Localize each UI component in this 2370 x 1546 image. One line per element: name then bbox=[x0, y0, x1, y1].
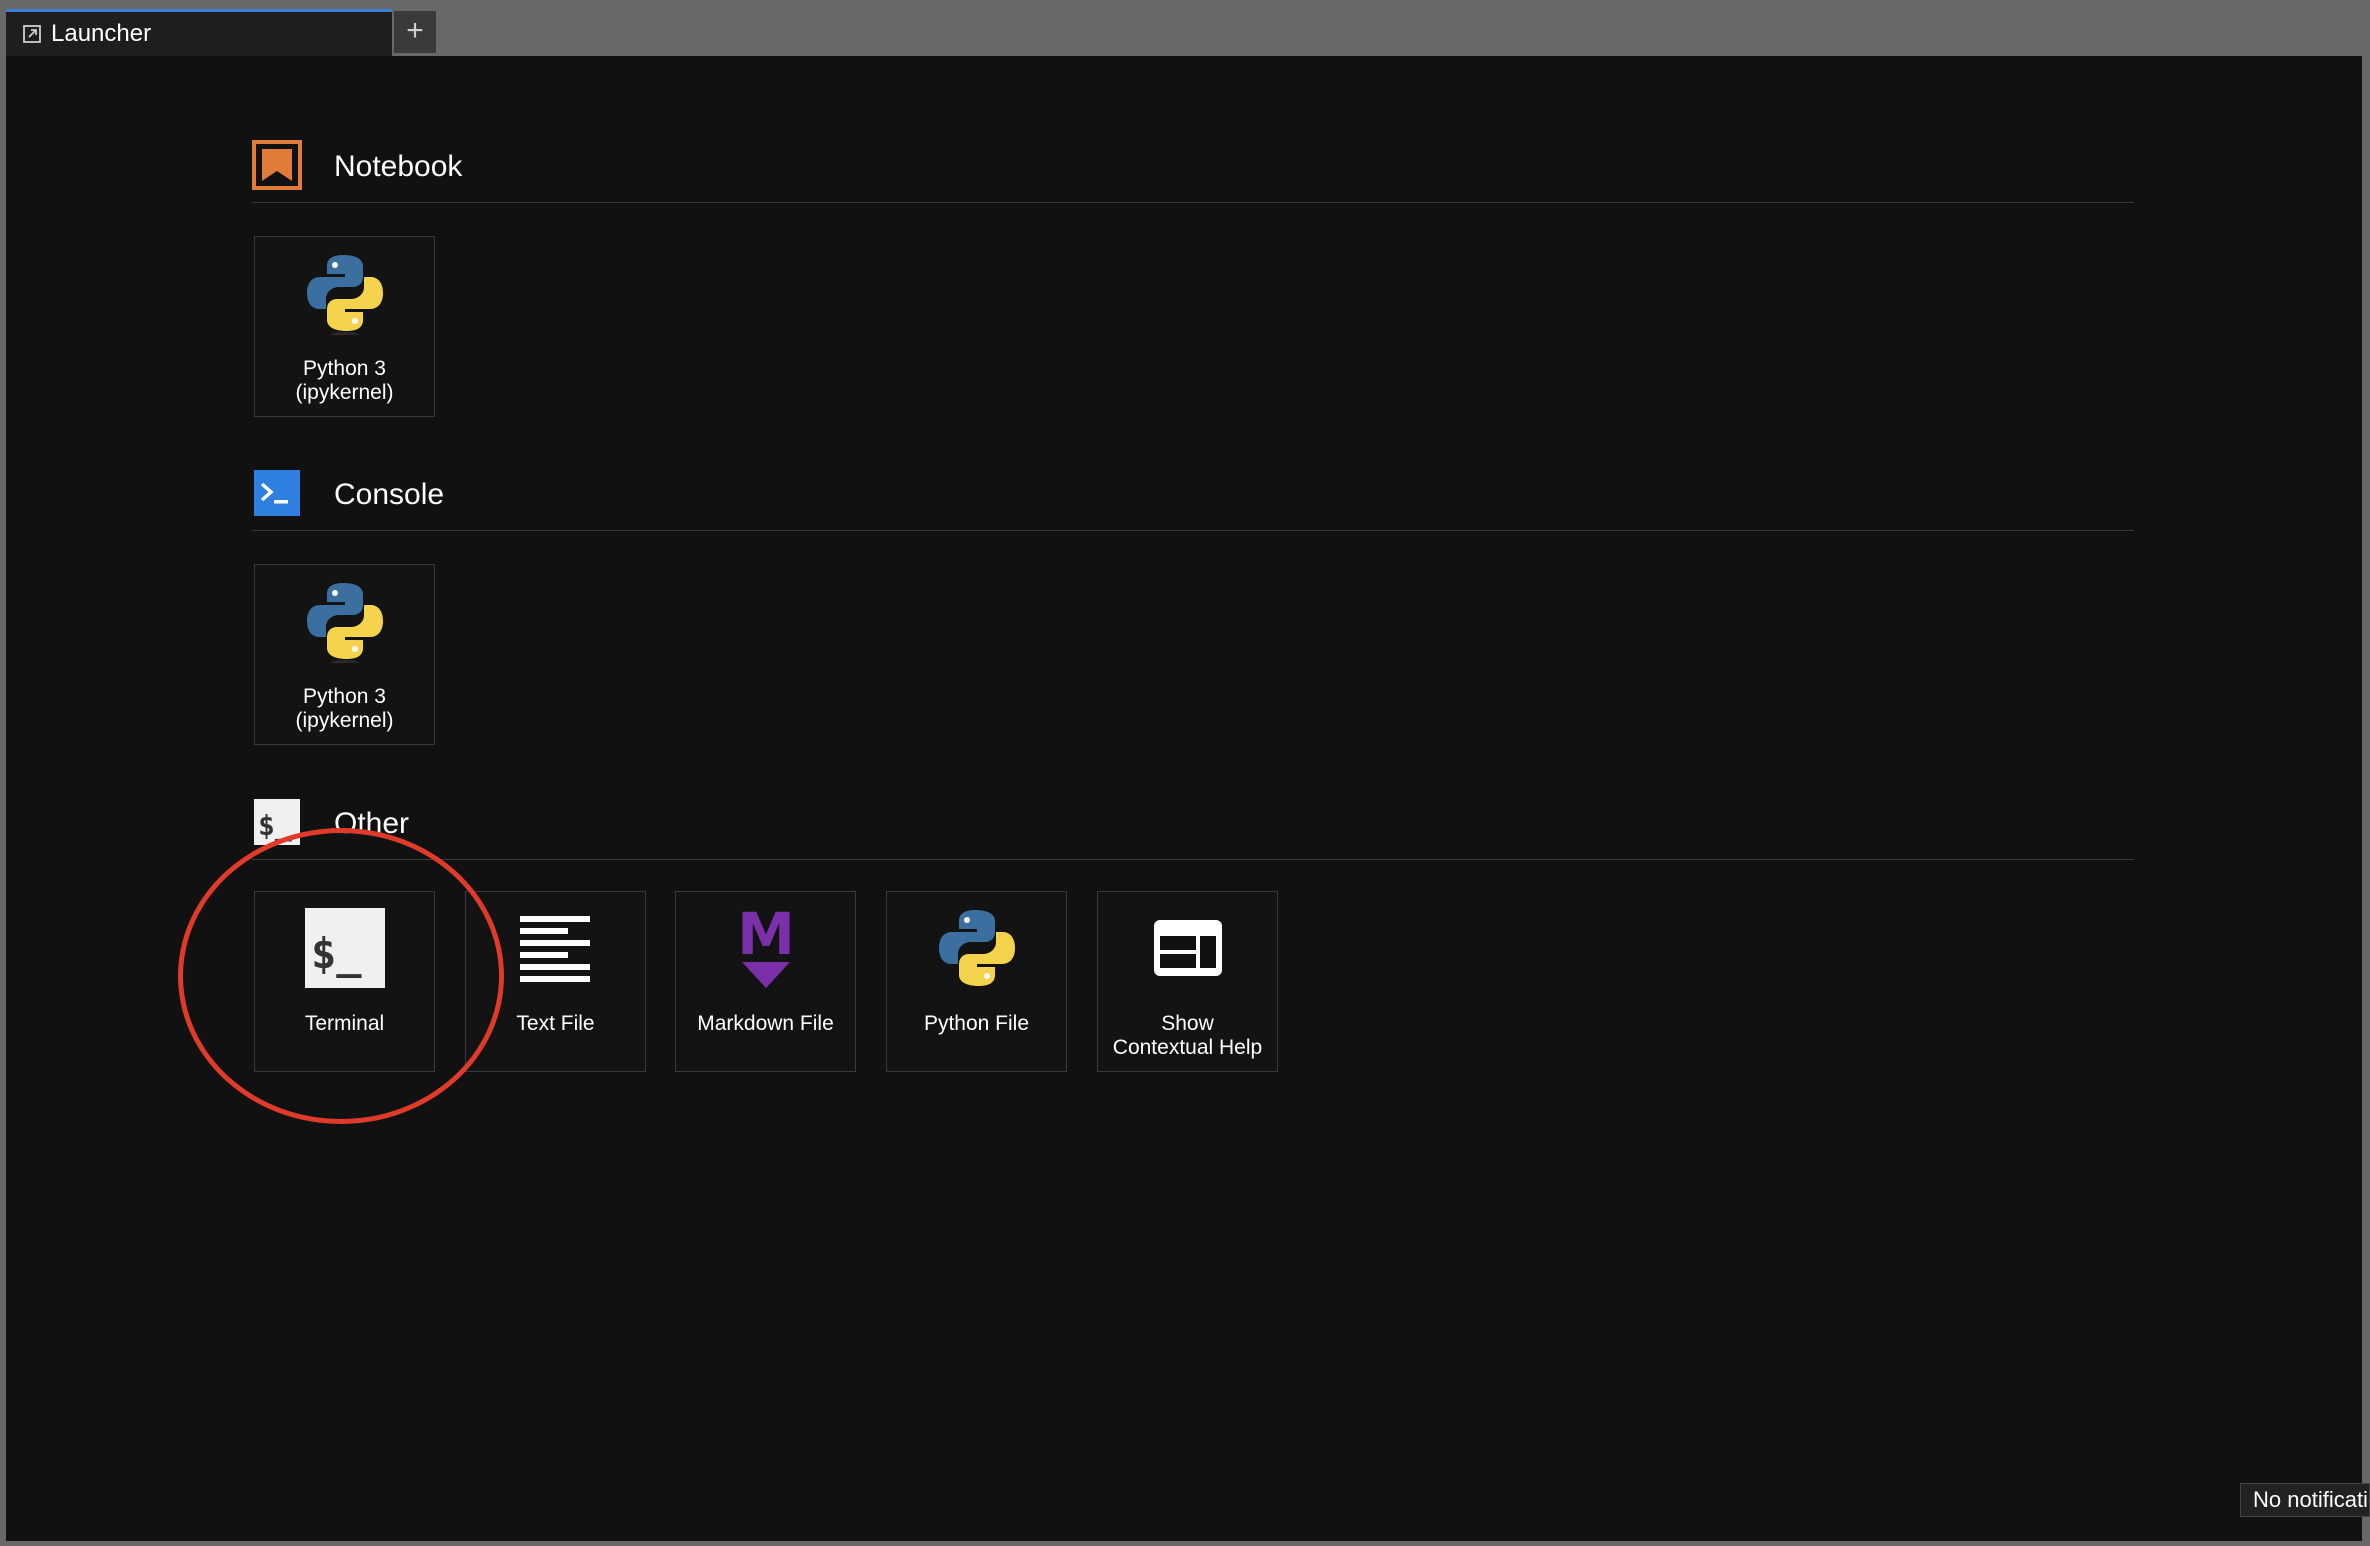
notebook-icon bbox=[252, 140, 302, 190]
terminal-icon: $_ bbox=[304, 908, 385, 988]
markdown-file-label: Markdown File bbox=[697, 1012, 834, 1035]
notebook-python3-label: Python 3 (ipykernel) bbox=[295, 357, 394, 404]
markdown-file-card[interactable]: M Markdown File bbox=[675, 891, 856, 1072]
tab-bar: Launcher + bbox=[0, 0, 2370, 56]
launcher-icon bbox=[23, 25, 41, 43]
notification-badge[interactable]: No notifications bbox=[2240, 1483, 2370, 1517]
tab-label: Launcher bbox=[51, 20, 152, 47]
add-tab-button[interactable]: + bbox=[394, 11, 436, 53]
contextual-help-card[interactable]: Show Contextual Help bbox=[1097, 891, 1278, 1072]
console-section-header: Console bbox=[252, 468, 2134, 531]
console-python3-card[interactable]: Python 3 (ipykernel) bbox=[254, 564, 435, 745]
python-icon bbox=[306, 583, 383, 663]
notebook-section-header: Notebook bbox=[252, 140, 2134, 203]
other-section-header: $_ Other bbox=[252, 797, 2134, 860]
markdown-icon: M bbox=[737, 906, 795, 988]
launcher-panel: Notebook Python 3 (ipykernel) Console Py… bbox=[6, 56, 2362, 1541]
text-file-label: Text File bbox=[516, 1012, 595, 1035]
console-section-title: Console bbox=[334, 478, 445, 511]
svg-text:$_: $_ bbox=[311, 929, 362, 978]
other-section-title: Other bbox=[334, 807, 410, 840]
tab-launcher[interactable]: Launcher bbox=[6, 9, 392, 56]
terminal-label: Terminal bbox=[304, 1012, 385, 1035]
contextual-help-icon bbox=[1153, 920, 1222, 976]
text-file-icon bbox=[519, 916, 590, 982]
contextual-help-label: Show Contextual Help bbox=[1112, 1012, 1263, 1059]
notebook-python3-card[interactable]: Python 3 (ipykernel) bbox=[254, 236, 435, 417]
console-icon bbox=[254, 470, 300, 516]
terminal-icon: $_ bbox=[254, 799, 300, 845]
svg-text:$_: $_ bbox=[258, 809, 292, 842]
svg-text:M: M bbox=[737, 906, 795, 968]
console-python3-label: Python 3 (ipykernel) bbox=[295, 685, 394, 732]
terminal-card[interactable]: $_ Terminal bbox=[254, 891, 435, 1072]
text-file-card[interactable]: Text File bbox=[465, 891, 646, 1072]
python-icon bbox=[938, 910, 1015, 986]
python-icon bbox=[306, 255, 383, 335]
python-file-label: Python File bbox=[923, 1012, 1030, 1035]
python-file-card[interactable]: Python File bbox=[886, 891, 1067, 1072]
notebook-section-title: Notebook bbox=[334, 150, 463, 183]
